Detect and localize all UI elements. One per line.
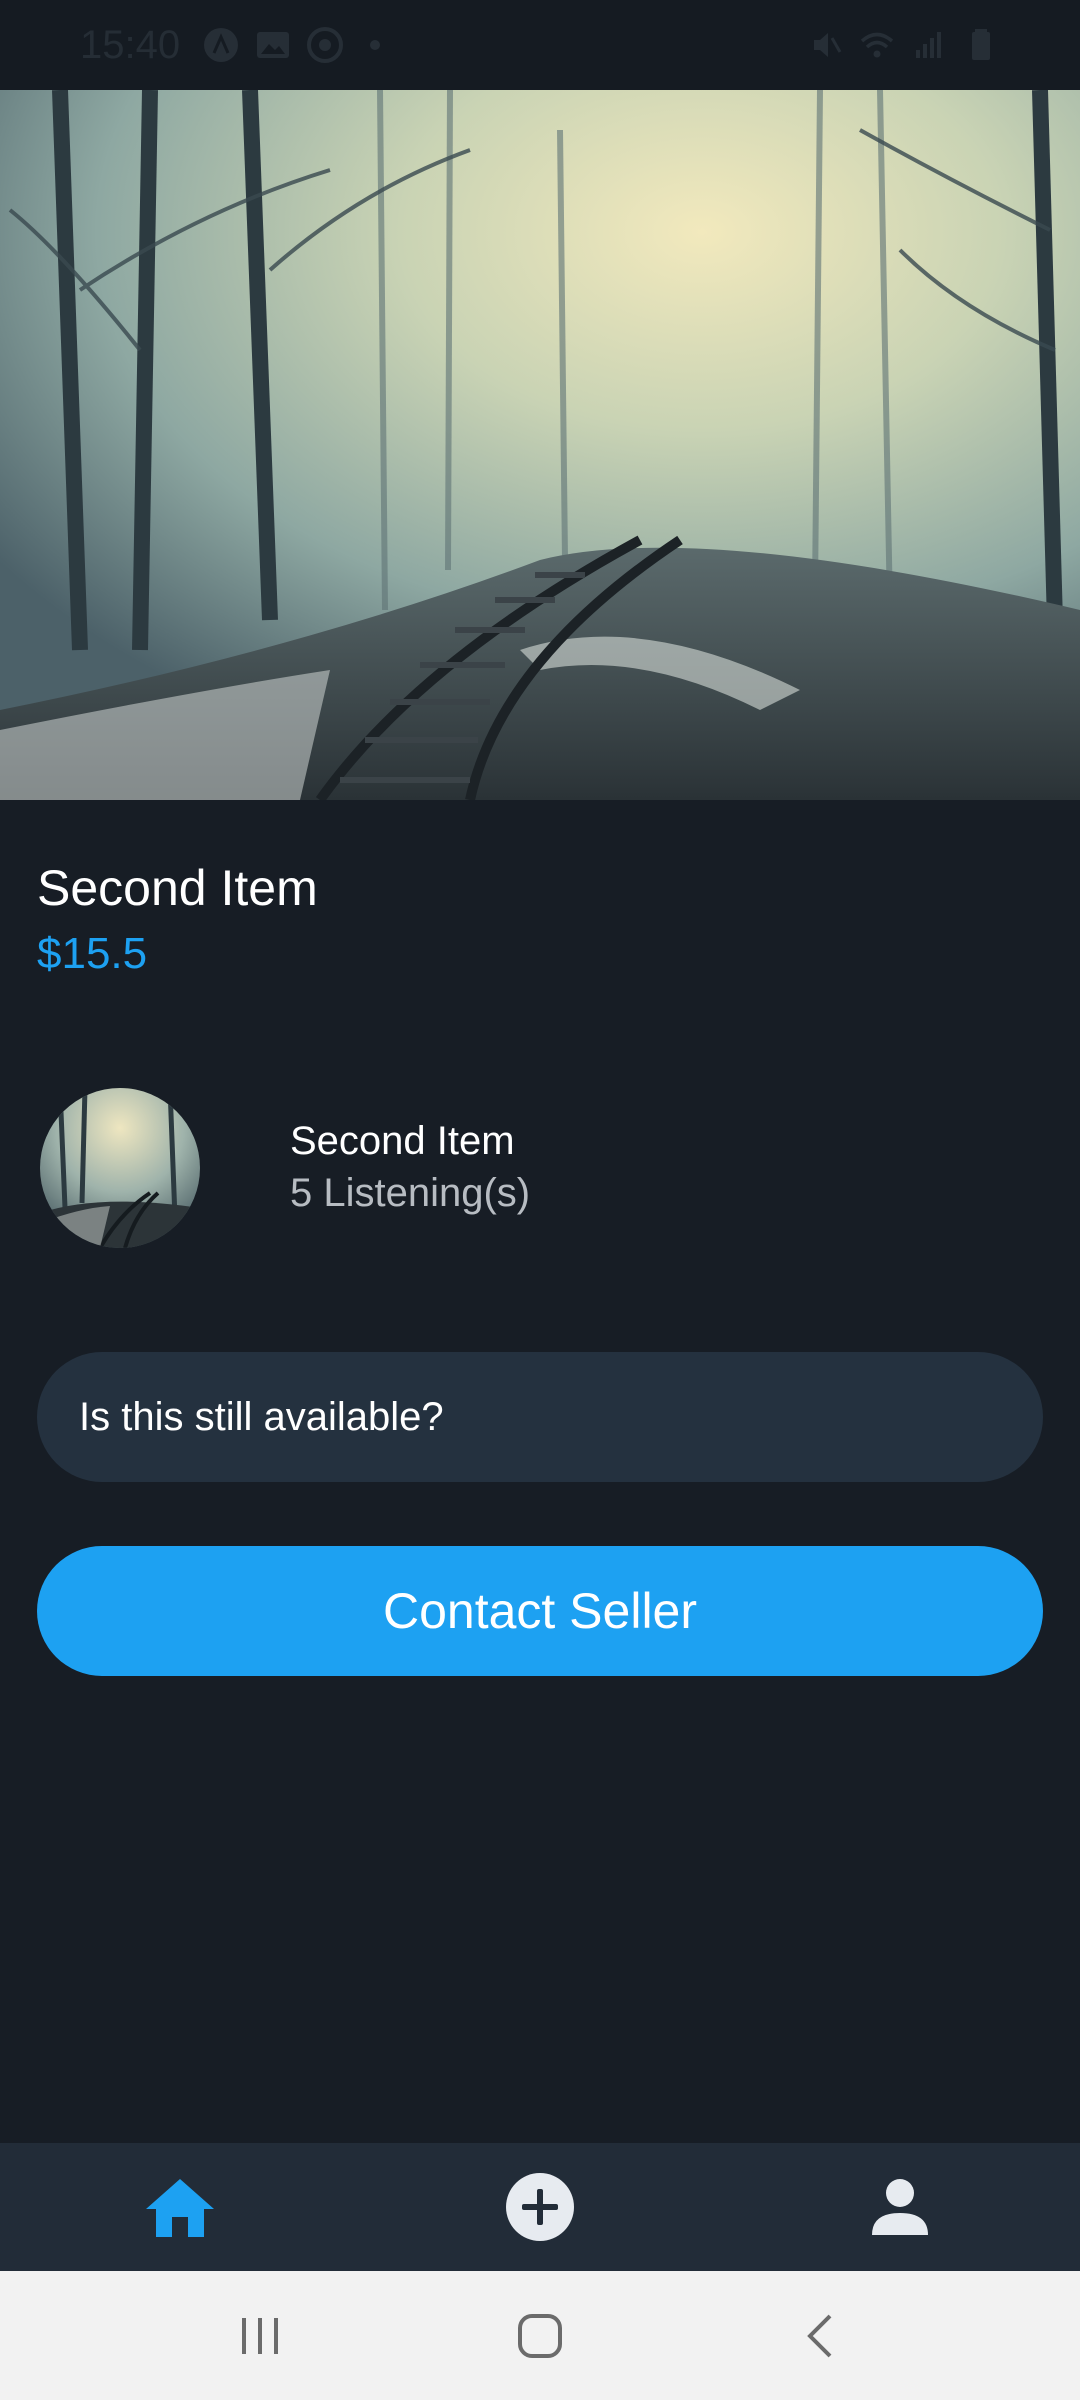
foggy-forest-railway-photo [0, 90, 1080, 800]
status-icons-left [202, 26, 381, 64]
status-bar: 15:40 [0, 0, 1080, 90]
status-time: 15:40 [80, 22, 181, 67]
home-button-icon [518, 2313, 562, 2358]
tab-add[interactable] [480, 2147, 600, 2267]
seller-name: Second Item [290, 1119, 515, 1163]
avatar[interactable] [40, 1088, 200, 1248]
add-icon [506, 2173, 574, 2241]
wifi-icon [860, 32, 894, 58]
foggy-forest-railway-thumbnail [40, 1088, 200, 1248]
notification-dot [370, 40, 381, 50]
tab-account[interactable] [840, 2147, 960, 2267]
system-nav-bar [0, 2271, 1080, 2400]
app-icon [204, 28, 239, 62]
home-button[interactable] [490, 2286, 590, 2386]
seller-listing-count: 5 Listening(s) [290, 1171, 531, 1215]
home-icon [146, 2179, 214, 2237]
product-price: $15.5 [37, 929, 148, 978]
account-icon [872, 2179, 928, 2235]
seller-info: Second Item 5 Listening(s) [290, 1116, 530, 1220]
back-icon [807, 2314, 832, 2357]
signal-icon [916, 32, 941, 58]
contact-seller-button[interactable]: Contact Seller [37, 1546, 1043, 1676]
recents-button[interactable] [210, 2286, 310, 2386]
gallery-icon [257, 32, 290, 58]
battery-icon [972, 29, 990, 60]
contact-seller-label: Contact Seller [382, 1583, 698, 1639]
back-button[interactable] [770, 2286, 870, 2386]
seller-row[interactable]: Second Item 5 Listening(s) [40, 1088, 530, 1248]
status-icons-right [806, 26, 1000, 64]
recents-icon [242, 2317, 278, 2354]
bottom-tab-bar [0, 2143, 1080, 2271]
mute-icon [814, 33, 842, 57]
vpn-icon [307, 27, 344, 63]
product-title: Second Item [37, 860, 318, 916]
message-text: Is this still available? [79, 1394, 444, 1439]
message-input[interactable]: Is this still available? [37, 1352, 1043, 1482]
product-image [0, 90, 1080, 800]
product-header: Second Item $15.5 [37, 858, 318, 982]
tab-home[interactable] [120, 2147, 240, 2267]
